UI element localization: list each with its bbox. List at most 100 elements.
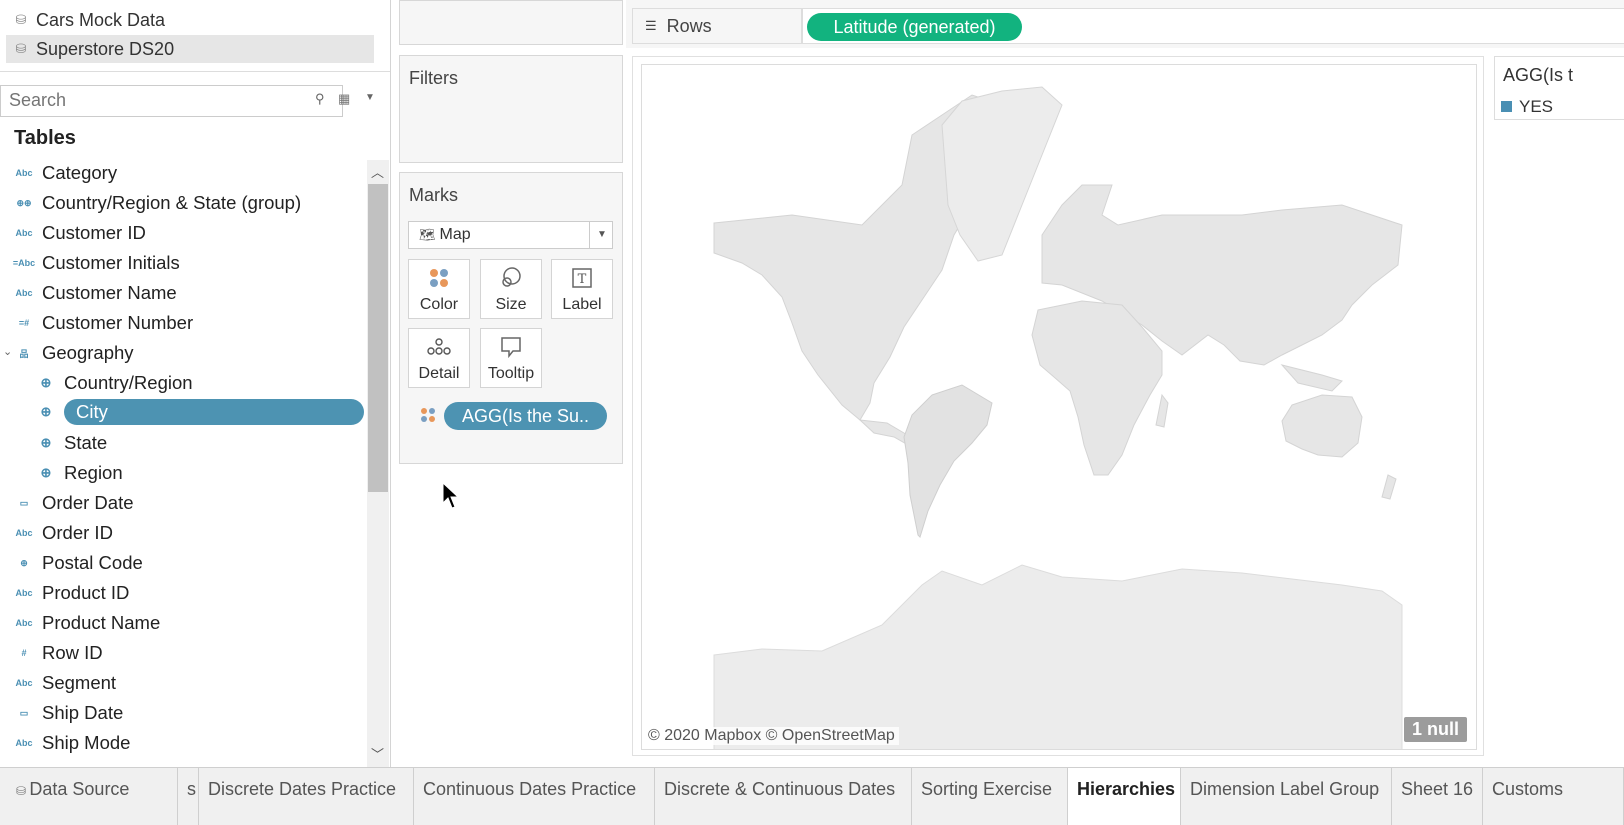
sheet-tab-label: Data Source <box>29 779 130 799</box>
datasource-superstore[interactable]: ⛁ Superstore DS20 <box>6 35 374 63</box>
chevron-down-icon[interactable]: ▼ <box>589 222 614 248</box>
field-item[interactable]: # Row ID <box>6 638 102 668</box>
marks-card: Marks 🗺 Map ▼ Color Size T Label Detail … <box>399 172 623 464</box>
sheet-tab-label: Customs <box>1492 779 1564 799</box>
field-item[interactable]: Abc Product Name <box>6 608 160 638</box>
tooltip-button[interactable]: Tooltip <box>480 328 542 388</box>
field-item[interactable]: ⊕ Region <box>28 458 123 488</box>
sheet-tab[interactable]: Continuous Dates Practice <box>414 768 655 825</box>
scroll-down-icon[interactable]: ﹀ <box>371 744 384 763</box>
field-item[interactable]: Abc Ship Mode <box>6 728 130 758</box>
mark-type-dropdown[interactable]: 🗺 Map ▼ <box>408 221 613 249</box>
field-item[interactable]: Abc Segment <box>6 668 116 698</box>
database-icon: ⛁ <box>15 12 27 27</box>
detail-button[interactable]: Detail <box>408 328 470 388</box>
color-legend[interactable]: AGG(Is t YES <box>1494 56 1624 120</box>
field-item[interactable]: 品 Geography <box>6 338 134 368</box>
field-item[interactable]: ▭ Ship Date <box>6 698 124 728</box>
sheet-tab[interactable]: Sheet 16 <box>1392 768 1483 825</box>
legend-title: AGG(Is t <box>1503 65 1574 85</box>
sheet-tab[interactable]: s <box>178 768 199 825</box>
expand-chevron-icon[interactable]: ⌄ <box>3 345 12 358</box>
field-item[interactable]: =Abc Customer Initials <box>6 248 180 278</box>
filters-card[interactable]: Filters <box>399 55 623 163</box>
field-type-icon: Abc <box>15 168 33 178</box>
field-item[interactable]: ⊕ State <box>28 428 108 458</box>
field-item[interactable]: Abc Product ID <box>6 578 129 608</box>
sheet-tab[interactable]: Sorting Exercise <box>912 768 1068 825</box>
pages-card <box>399 0 623 45</box>
field-label: Product Name <box>42 612 161 633</box>
field-label: Customer Initials <box>42 252 180 273</box>
field-type-icon: Abc <box>15 228 33 238</box>
legend-swatch <box>1501 101 1512 112</box>
field-item[interactable]: ▭ Order Date <box>6 488 134 518</box>
divider <box>0 71 390 72</box>
svg-text:T: T <box>578 272 587 287</box>
latitude-pill[interactable]: Latitude (generated) <box>807 13 1022 41</box>
color-pill[interactable]: AGG(Is the Su.. <box>444 402 607 430</box>
field-type-icon: Abc <box>15 588 33 598</box>
field-type-icon: # <box>21 648 27 658</box>
color-pill-label: AGG(Is the Su.. <box>461 405 590 426</box>
marks-title: Marks <box>409 185 458 205</box>
field-type-icon: =# <box>18 318 30 328</box>
field-type-icon: Abc <box>15 618 33 628</box>
tooltip-icon <box>481 335 541 365</box>
field-type-icon: ⊕⊕ <box>16 197 32 208</box>
field-item[interactable]: Abc Customer ID <box>6 218 145 248</box>
field-type-icon: Abc <box>15 288 33 298</box>
sheet-tab-label: Sorting Exercise <box>921 779 1053 799</box>
sheet-tab-label: Hierarchies <box>1077 779 1176 799</box>
scrollbar-thumb[interactable] <box>368 184 388 492</box>
map-view[interactable]: © 2020 Mapbox © OpenStreetMap 1 null <box>641 64 1477 750</box>
field-item[interactable]: Abc Customer Name <box>6 278 176 308</box>
sheet-tab-bar: ⛁ Data Source s Discrete Dates Practice Con… <box>0 767 1624 825</box>
field-type-icon: ⊕ <box>40 435 52 450</box>
sheet-tab[interactable]: Hierarchies <box>1068 768 1181 825</box>
field-item[interactable]: ⊕⊕ Country/Region & State (group) <box>6 188 301 218</box>
sheet-tab-label: Dimension Label Group <box>1190 779 1380 799</box>
field-item[interactable]: Abc Order ID <box>6 518 112 548</box>
field-item[interactable]: Abc Category <box>6 158 117 188</box>
detail-icon <box>409 335 469 365</box>
scroll-up-icon[interactable]: ︿ <box>371 162 384 181</box>
map-attribution[interactable]: © 2020 Mapbox © OpenStreetMap <box>644 727 899 745</box>
size-button[interactable]: Size <box>480 259 542 319</box>
sheet-tab-label: Discrete Dates Practice <box>208 779 397 799</box>
field-label: City <box>64 399 364 425</box>
search-input[interactable] <box>1 86 317 114</box>
field-item[interactable]: =# Customer Number <box>6 308 193 338</box>
database-check-icon: ⛁ <box>15 41 27 56</box>
label-button[interactable]: T Label <box>551 259 613 319</box>
rows-shelf[interactable]: ☰ Rows Latitude (generated) <box>626 0 1624 48</box>
sheet-tab[interactable]: ⛁ Data Source <box>0 768 178 825</box>
field-label: Order Date <box>42 492 134 513</box>
field-type-icon: =Abc <box>12 258 36 268</box>
mark-type-label: Map <box>439 226 471 243</box>
rows-icon: ☰ <box>645 18 657 33</box>
field-item[interactable]: ⊕ Postal Code <box>6 548 143 578</box>
field-item[interactable]: ⊕ City <box>28 397 364 427</box>
sheet-tab[interactable]: Discrete Dates Practice <box>199 768 414 825</box>
search-box[interactable]: ⚲ <box>0 85 343 117</box>
field-label: Geography <box>42 342 134 363</box>
null-indicator[interactable]: 1 null <box>1404 717 1468 742</box>
sheet-tab[interactable]: Dimension Label Group <box>1181 768 1392 825</box>
rows-shelf-header: ☰ Rows <box>632 8 802 44</box>
datasource-cars-mock-data[interactable]: ⛁ Cars Mock Data <box>6 6 388 34</box>
chevron-down-icon[interactable]: ▼ <box>365 92 375 103</box>
sheet-tab-label: s <box>187 779 196 799</box>
field-type-icon: Abc <box>15 528 33 538</box>
color-button[interactable]: Color <box>408 259 470 319</box>
tables-heading: Tables <box>14 127 76 149</box>
sheet-tab[interactable]: Discrete & Continuous Dates <box>655 768 912 825</box>
view-toggle-icon[interactable]: ▦ <box>338 91 350 107</box>
world-map[interactable] <box>642 65 1477 750</box>
field-item[interactable]: ⊕ Country/Region <box>28 368 193 398</box>
filters-title: Filters <box>409 68 458 88</box>
sheet-tab[interactable]: Customs <box>1483 768 1624 825</box>
tooltip-label: Tooltip <box>487 365 535 382</box>
field-type-icon: Abc <box>15 678 33 688</box>
field-label: Region <box>64 462 123 483</box>
